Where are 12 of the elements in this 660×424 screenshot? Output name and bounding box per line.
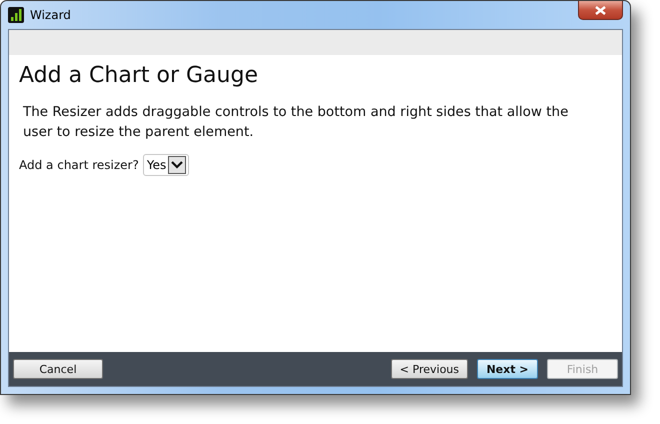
footer-button[interactable]: < Previous bbox=[390, 359, 468, 379]
bar-chart-icon bbox=[8, 7, 24, 23]
close-button[interactable] bbox=[578, 1, 623, 20]
resizer-dropdown[interactable]: Yes bbox=[142, 154, 190, 176]
footer-button[interactable]: Cancel bbox=[13, 359, 103, 379]
footer-button[interactable]: Next > bbox=[477, 359, 538, 379]
page-heading: Add a Chart or Gauge bbox=[19, 63, 259, 88]
window-title: Wizard bbox=[30, 8, 71, 22]
close-icon bbox=[595, 6, 606, 14]
field-label: Add a chart resizer? bbox=[19, 158, 139, 172]
description-text: The Resizer adds draggable controls to the bottom and right sides that allow the user to resize the parent element. bbox=[23, 103, 570, 142]
chevron-down-icon bbox=[168, 156, 186, 174]
